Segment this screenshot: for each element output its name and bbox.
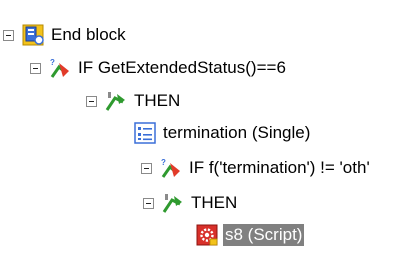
list-variable-icon [134, 122, 156, 144]
collapse-toggle[interactable] [30, 62, 41, 74]
tree-node-label: IF f('termination') != 'oth' [189, 158, 370, 177]
tree-node-if-termination[interactable]: ? IF f('termination') != 'oth' [141, 155, 372, 181]
script-gear-icon [196, 224, 218, 246]
collapse-toggle[interactable] [3, 29, 14, 41]
collapse-toggle[interactable] [143, 197, 154, 209]
tree-node-label: THEN [191, 193, 238, 212]
tree-node-label: termination (Single) [163, 123, 311, 142]
tree-node-then[interactable]: THEN [86, 88, 182, 114]
tree-node-script[interactable]: s8 (Script) [196, 222, 305, 248]
tree-node-termination[interactable]: termination (Single) [134, 120, 312, 146]
tree-node-then[interactable]: THEN [143, 190, 239, 216]
tree-node-if-extended-status[interactable]: ? IF GetExtendedStatus()==6 [30, 55, 288, 81]
end-block-icon [22, 24, 44, 46]
then-branch-icon [162, 192, 184, 214]
then-branch-icon [105, 90, 127, 112]
tree-node-label-selected: s8 (Script) [223, 224, 305, 246]
svg-text:?: ? [50, 58, 55, 67]
collapse-toggle[interactable] [141, 162, 152, 174]
collapse-toggle[interactable] [86, 95, 97, 107]
if-branch-icon: ? [49, 57, 71, 79]
svg-text:?: ? [161, 158, 166, 167]
if-branch-icon: ? [160, 157, 182, 179]
tree-node-label: End block [51, 25, 126, 44]
tree-node-label: IF GetExtendedStatus()==6 [78, 58, 286, 77]
tree-node-end-block[interactable]: End block [3, 22, 128, 48]
tree-node-label: THEN [134, 91, 181, 110]
